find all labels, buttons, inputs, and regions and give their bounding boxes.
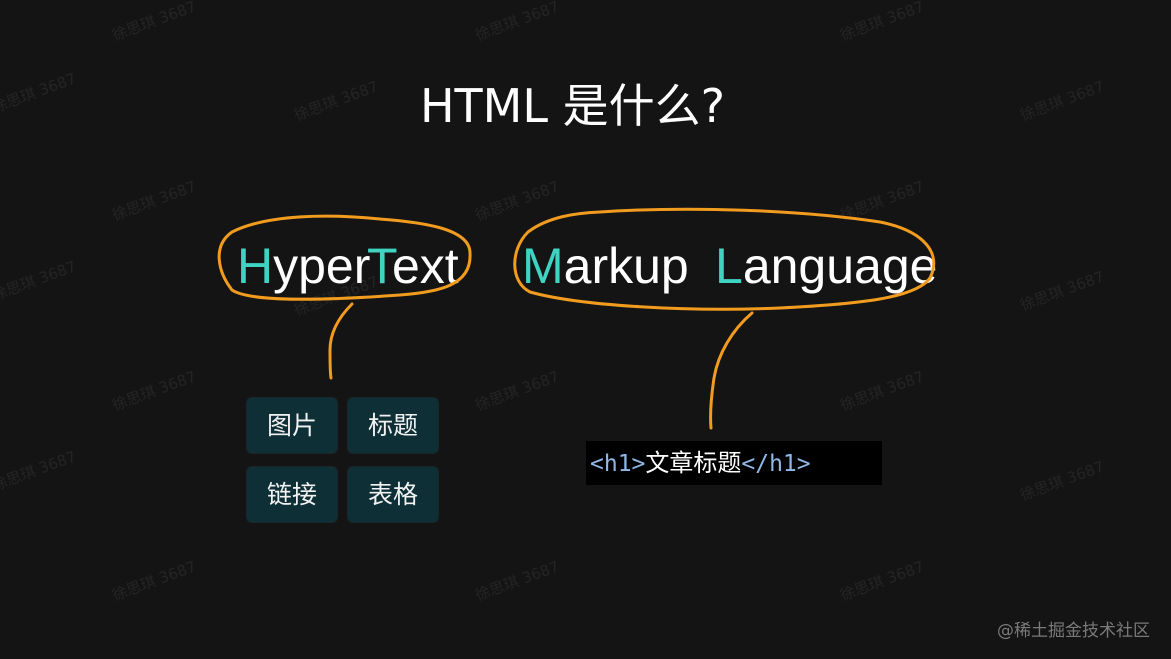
initial-h: H — [237, 238, 274, 294]
word-language-rest: anguage — [742, 238, 938, 294]
initial-m: M — [522, 238, 564, 294]
word-hyper: Hyper — [237, 236, 370, 296]
watermark: 徐思琪 3687 — [472, 0, 562, 45]
initial-t: T — [367, 238, 392, 294]
h1-content: 文章标题 — [645, 449, 742, 477]
word-text-rest: ext — [392, 238, 459, 294]
watermark: 徐思琪 3687 — [837, 557, 927, 605]
word-text: Text — [367, 236, 459, 296]
h1-close-tag: </h1> — [741, 451, 811, 477]
watermark: 徐思琪 3687 — [837, 0, 927, 45]
word-markup-rest: arkup — [563, 238, 689, 294]
watermark: 徐思琪 3687 — [472, 177, 562, 225]
watermark: 徐思琪 3687 — [0, 257, 79, 305]
source-credit: @稀土掘金技术社区 — [997, 621, 1150, 641]
watermark: 徐思琪 3687 — [109, 0, 199, 45]
slide-title: HTML 是什么? — [419, 79, 726, 133]
watermark: 徐思琪 3687 — [837, 177, 927, 225]
example-tag-heading: 标题 — [348, 398, 438, 453]
h1-open-tag: <h1> — [590, 451, 646, 477]
watermark: 徐思琪 3687 — [109, 557, 199, 605]
markup-language-connector — [709, 311, 754, 430]
word-markup: Markup — [522, 236, 689, 296]
watermark: 徐思琪 3687 — [472, 367, 562, 415]
watermark: 徐思琪 3687 — [1017, 457, 1107, 505]
hypertext-connector — [328, 302, 354, 380]
example-tag-image: 图片 — [247, 398, 337, 453]
initial-l: L — [715, 238, 743, 294]
watermark: 徐思琪 3687 — [109, 367, 199, 415]
watermark: 徐思琪 3687 — [109, 177, 199, 225]
word-hyper-rest: yper — [273, 238, 371, 294]
word-language: Language — [715, 236, 937, 296]
watermark: 徐思琪 3687 — [1017, 267, 1107, 315]
watermark: 徐思琪 3687 — [472, 557, 562, 605]
watermark: 徐思琪 3687 — [837, 367, 927, 415]
slide: 徐思琪 3687 徐思琪 3687 徐思琪 3687 徐思琪 3687 徐思琪 … — [0, 0, 1171, 659]
example-tag-table: 表格 — [348, 467, 438, 522]
example-tag-link: 链接 — [247, 467, 337, 522]
markup-code-example: <h1>文章标题</h1> — [586, 441, 882, 485]
watermark: 徐思琪 3687 — [0, 447, 79, 495]
